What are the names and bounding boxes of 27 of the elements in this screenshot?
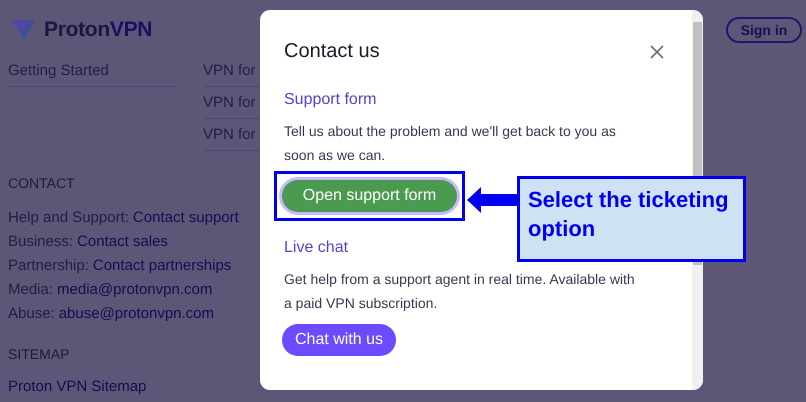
contact-link[interactable]: Contact partnerships bbox=[92, 254, 232, 278]
contact-link[interactable]: abuse@protonvpn.com bbox=[58, 302, 214, 326]
section-heading: SITEMAP bbox=[8, 346, 70, 362]
footer-link[interactable]: Getting Started bbox=[8, 55, 178, 87]
dialog-title: Contact us bbox=[284, 40, 380, 63]
action-button[interactable]: Open support form bbox=[282, 180, 457, 212]
contact-label: Business: bbox=[8, 232, 74, 252]
contact-label: Abuse: bbox=[8, 304, 55, 324]
section-description: Tell us about the problem and we'll get back to you as soon as we can. bbox=[284, 122, 617, 165]
logo-text[interactable]: ProtonVPN bbox=[44, 18, 152, 42]
action-button[interactable]: Chat with us bbox=[282, 324, 396, 356]
sitemap-link[interactable]: Proton VPN Sitemap bbox=[8, 378, 146, 395]
contact-link[interactable]: Contact sales bbox=[77, 230, 168, 254]
close-icon[interactable] bbox=[650, 44, 664, 58]
sign-in-button[interactable]: Sign in bbox=[726, 17, 802, 43]
arrow-icon bbox=[467, 186, 519, 214]
section-heading: CONTACT bbox=[8, 175, 75, 191]
contact-link[interactable]: media@protonvpn.com bbox=[57, 278, 212, 302]
section-description: Get help from a support agent in real time. Available with a paid VPN subscription. bbox=[284, 270, 636, 313]
contact-label: Help and Support: bbox=[8, 208, 129, 228]
annotation-tooltip: Select the ticketing option bbox=[517, 176, 746, 262]
section-heading: Live chat bbox=[284, 239, 348, 257]
logo-icon bbox=[10, 17, 38, 43]
contact-label: Partnership: bbox=[8, 256, 89, 276]
contact-link[interactable]: Contact support bbox=[132, 206, 239, 230]
contact-label: Media: bbox=[8, 280, 54, 300]
section-heading: Support form bbox=[284, 91, 376, 109]
